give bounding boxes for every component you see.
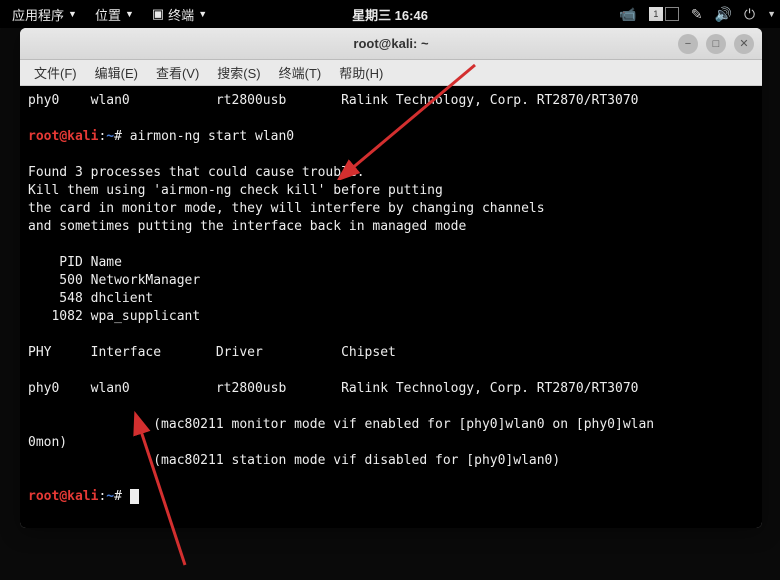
terminal-line: 500 NetworkManager: [28, 272, 754, 290]
chevron-down-icon: ▼: [125, 9, 134, 19]
prompt-user: root: [28, 489, 59, 504]
terminal-line: [28, 236, 754, 254]
applications-label: 应用程序: [12, 5, 64, 24]
terminal-line: Found 3 processes that could cause troub…: [28, 164, 754, 182]
terminal-command: airmon-ng start wlan0: [130, 129, 294, 144]
menu-terminal[interactable]: 终端(T): [271, 60, 330, 85]
camera-icon[interactable]: 📹: [619, 6, 636, 23]
power-icon[interactable]: ⏻: [744, 6, 755, 23]
terminal-line: 0mon): [28, 434, 754, 452]
terminal-window: root@kali: ~ − □ ✕ 文件(F) 编辑(E) 查看(V) 搜索(…: [20, 28, 762, 528]
top-panel-right: 📹 1 ✎ 🔊 ⏻ ▼: [619, 6, 776, 23]
terminal-line: Kill them using 'airmon-ng check kill' b…: [28, 182, 754, 200]
menu-search[interactable]: 搜索(S): [209, 60, 268, 85]
terminal-line: the card in monitor mode, they will inte…: [28, 200, 754, 218]
terminal-label: 终端: [168, 5, 194, 24]
chevron-down-icon: ▼: [198, 9, 207, 19]
prompt-host: kali: [67, 489, 98, 504]
prompt-path: ~: [106, 129, 114, 144]
terminal-launcher[interactable]: ▣ 终端 ▼: [144, 5, 215, 24]
terminal-line: 1082 wpa_supplicant: [28, 308, 754, 326]
terminal-line: 548 dhclient: [28, 290, 754, 308]
terminal-line: (mac80211 station mode vif disabled for …: [28, 452, 754, 470]
terminal-line: [28, 470, 754, 488]
titlebar[interactable]: root@kali: ~ − □ ✕: [20, 28, 762, 60]
workspace-1[interactable]: 1: [649, 7, 663, 21]
menu-view[interactable]: 查看(V): [148, 60, 207, 85]
prompt-host: kali: [67, 129, 98, 144]
prompt-path: ~: [106, 489, 114, 504]
terminal-icon: ▣: [152, 6, 164, 22]
top-panel-left: 应用程序 ▼ 位置 ▼ ▣ 终端 ▼: [4, 5, 215, 24]
terminal-prompt-line: root@kali:~# airmon-ng start wlan0: [28, 128, 754, 146]
chevron-down-icon: ▼: [68, 9, 77, 19]
terminal-line: PID Name: [28, 254, 754, 272]
prompt-at: @: [59, 489, 67, 504]
terminal-line: [28, 110, 754, 128]
workspace-switcher[interactable]: 1: [649, 7, 679, 21]
volume-icon[interactable]: 🔊: [715, 6, 732, 23]
menu-file[interactable]: 文件(F): [26, 60, 85, 85]
terminal-line: [28, 362, 754, 380]
terminal-line: [28, 146, 754, 164]
places-label: 位置: [95, 5, 121, 24]
chevron-down-icon: ▼: [767, 9, 776, 19]
menubar: 文件(F) 编辑(E) 查看(V) 搜索(S) 终端(T) 帮助(H): [20, 60, 762, 86]
clock[interactable]: 星期三 16:46: [352, 5, 428, 24]
terminal-line: phy0 wlan0 rt2800usb Ralink Technology, …: [28, 92, 754, 110]
accessibility-icon[interactable]: ✎: [691, 6, 703, 23]
close-button[interactable]: ✕: [734, 34, 754, 54]
prompt-hash: #: [114, 489, 130, 504]
window-title: root@kali: ~: [353, 36, 428, 51]
terminal-line: phy0 wlan0 rt2800usb Ralink Technology, …: [28, 380, 754, 398]
minimize-button[interactable]: −: [678, 34, 698, 54]
places-menu[interactable]: 位置 ▼: [87, 5, 142, 24]
terminal-line: (mac80211 monitor mode vif enabled for […: [28, 416, 754, 434]
applications-menu[interactable]: 应用程序 ▼: [4, 5, 85, 24]
cursor: [130, 489, 139, 504]
terminal-line: and sometimes putting the interface back…: [28, 218, 754, 236]
terminal-line: [28, 398, 754, 416]
prompt-user: root: [28, 129, 59, 144]
terminal-body[interactable]: phy0 wlan0 rt2800usb Ralink Technology, …: [20, 86, 762, 528]
workspace-2[interactable]: [665, 7, 679, 21]
window-controls: − □ ✕: [678, 34, 754, 54]
terminal-prompt-line: root@kali:~#: [28, 488, 754, 506]
prompt-hash: #: [114, 129, 130, 144]
menu-edit[interactable]: 编辑(E): [87, 60, 146, 85]
terminal-line: [28, 326, 754, 344]
prompt-at: @: [59, 129, 67, 144]
desktop-top-panel: 应用程序 ▼ 位置 ▼ ▣ 终端 ▼ 星期三 16:46 📹 1 ✎ 🔊 ⏻ ▼: [0, 0, 780, 28]
menu-help[interactable]: 帮助(H): [331, 60, 391, 85]
terminal-line: PHY Interface Driver Chipset: [28, 344, 754, 362]
maximize-button[interactable]: □: [706, 34, 726, 54]
datetime-label: 星期三 16:46: [352, 8, 428, 23]
